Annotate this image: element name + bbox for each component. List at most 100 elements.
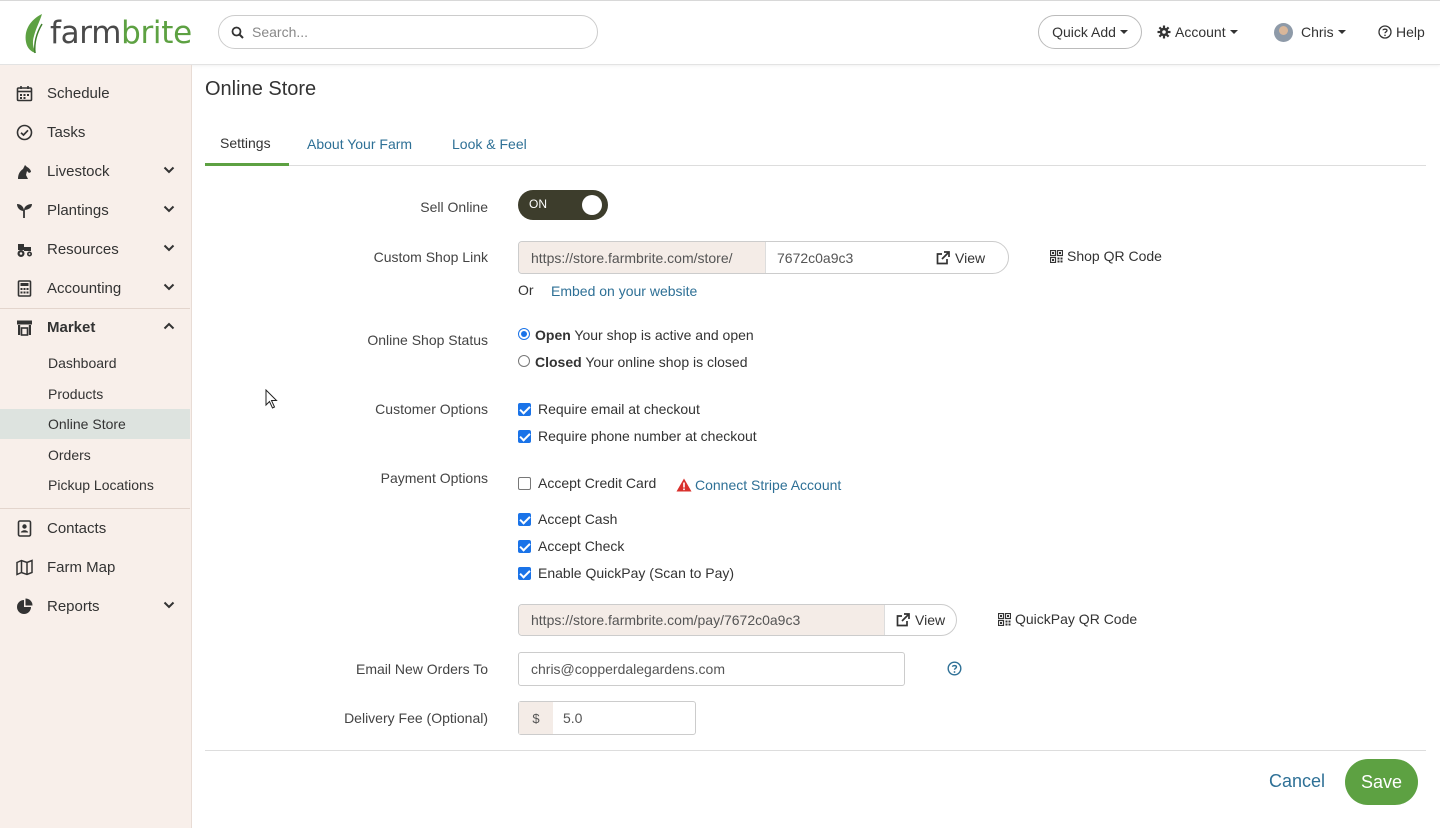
payment-options-label: Payment Options (380, 470, 488, 486)
help-link[interactable]: Help (1378, 15, 1425, 49)
sidebar-item-livestock[interactable]: Livestock (0, 152, 190, 191)
user-menu[interactable]: Chris (1274, 15, 1346, 49)
seedling-icon (17, 204, 32, 218)
status-closed-label: Closed Your online shop is closed (535, 354, 748, 370)
qr-code-icon (998, 612, 1011, 626)
status-closed-radio[interactable] (518, 355, 530, 367)
shop-view-button[interactable]: View (936, 242, 1008, 273)
tab-settings[interactable]: Settings (205, 122, 289, 166)
shop-qr-code-link[interactable]: Shop QR Code (1050, 248, 1162, 264)
store-icon (17, 320, 32, 336)
caret-down-icon (1337, 30, 1346, 34)
footer-divider (205, 750, 1426, 751)
tab-about-your-farm[interactable]: About Your Farm (307, 122, 412, 166)
delivery-fee-input[interactable] (553, 702, 693, 734)
enable-quickpay-label: Enable QuickPay (Scan to Pay) (538, 565, 735, 581)
enable-quickpay-checkbox[interactable] (518, 567, 531, 580)
qr-code-icon (1050, 249, 1063, 263)
sidebar-item-plantings[interactable]: Plantings (0, 191, 190, 230)
help-circle-icon[interactable] (947, 661, 962, 676)
status-open-radio[interactable] (518, 328, 530, 340)
save-button[interactable]: Save (1345, 759, 1418, 805)
shop-link-field: https://store.farmbrite.com/store/ 7672c… (518, 241, 1009, 274)
page-title: Online Store (205, 78, 317, 100)
sidebar-subitem-dashboard[interactable]: Dashboard (0, 348, 190, 378)
quick-add-label: Quick Add (1052, 24, 1116, 40)
view-label: View (915, 612, 946, 628)
quickpay-view-button[interactable]: View (885, 605, 956, 635)
customer-options-label: Customer Options (375, 401, 488, 417)
sidebar-item-label: Contacts (47, 520, 107, 537)
sidebar-item-label: Market (47, 319, 96, 336)
view-label: View (955, 249, 986, 266)
avatar (1274, 22, 1293, 42)
delivery-fee-field: $ (518, 701, 696, 735)
email-orders-label: Email New Orders To (355, 661, 488, 677)
sidebar-item-label: Farm Map (47, 559, 116, 576)
quickpay-qr-code-link[interactable]: QuickPay QR Code (998, 611, 1137, 627)
email-orders-input[interactable] (518, 652, 905, 686)
search-box[interactable] (218, 15, 598, 49)
accept-check-label: Accept Check (538, 538, 625, 554)
sidebar-item-reports[interactable]: Reports (0, 587, 190, 626)
sidebar-item-label: Tasks (47, 124, 86, 141)
quickpay-url: https://store.farmbrite.com/pay/7672c0a9… (519, 605, 885, 635)
sidebar-item-label: Livestock (47, 163, 110, 180)
require-email-checkbox[interactable] (518, 403, 531, 416)
sidebar-item-tasks[interactable]: Tasks (0, 113, 190, 152)
caret-down-icon (1229, 30, 1238, 34)
pie-chart-icon (17, 598, 33, 614)
sidebar-subitem-orders[interactable]: Orders (0, 440, 190, 470)
or-text: Or (518, 282, 534, 298)
help-label: Help (1396, 24, 1425, 40)
accept-credit-card-label: Accept Credit Card (538, 475, 657, 491)
chevron-down-icon (163, 283, 175, 291)
accept-check-checkbox[interactable] (518, 540, 531, 553)
sell-online-label: Sell Online (420, 199, 488, 215)
sidebar-item-accounting[interactable]: Accounting (0, 269, 190, 308)
sidebar-item-contacts[interactable]: Contacts (0, 509, 190, 548)
require-phone-checkbox[interactable] (518, 430, 531, 443)
quickpay-link-field: https://store.farmbrite.com/pay/7672c0a9… (518, 604, 957, 636)
mouse-cursor-icon (265, 389, 278, 409)
accept-cash-checkbox[interactable] (518, 513, 531, 526)
require-email-label: Require email at checkout (538, 401, 700, 417)
chevron-down-icon (163, 205, 175, 213)
caret-down-icon (1119, 30, 1128, 34)
accept-credit-card-checkbox[interactable] (518, 477, 531, 490)
require-phone-label: Require phone number at checkout (538, 428, 757, 444)
farmbrite-logo[interactable]: farmbrite (22, 11, 192, 55)
sidebar-item-farm-map[interactable]: Farm Map (0, 548, 190, 587)
sidebar-item-label: Plantings (47, 202, 109, 219)
cancel-button[interactable]: Cancel (1269, 771, 1325, 792)
search-input[interactable] (252, 24, 572, 40)
sell-online-toggle[interactable]: ON (518, 190, 608, 220)
chevron-up-icon (163, 322, 175, 330)
sidebar-item-market[interactable]: Market (0, 308, 190, 347)
leaf-logo-icon (25, 14, 43, 54)
sidebar-subitem-products[interactable]: Products (0, 379, 190, 409)
quickpay-qr-label: QuickPay QR Code (1015, 611, 1138, 627)
account-label: Account (1175, 24, 1226, 40)
shop-qr-label: Shop QR Code (1067, 248, 1162, 264)
warning-icon (676, 478, 692, 492)
sidebar-subitem-pickup-locations[interactable]: Pickup Locations (0, 470, 190, 500)
toggle-knob (582, 195, 602, 215)
sidebar-subitem-online-store[interactable]: Online Store (0, 409, 190, 439)
external-link-icon (896, 613, 910, 627)
shop-link-slug-input[interactable]: 7672c0a9c3 (766, 242, 936, 273)
user-name: Chris (1301, 24, 1334, 40)
connect-stripe-link[interactable]: Connect Stripe Account (695, 477, 841, 493)
embed-website-link[interactable]: Embed on your website (551, 283, 697, 299)
custom-shop-link-label: Custom Shop Link (373, 249, 488, 265)
tab-look-and-feel[interactable]: Look & Feel (452, 122, 527, 166)
account-menu[interactable]: Account (1157, 15, 1238, 49)
calendar-icon (16, 86, 33, 102)
sidebar-item-resources[interactable]: Resources (0, 230, 190, 269)
status-open-label: Open Your shop is active and open (535, 327, 754, 343)
currency-addon: $ (519, 702, 553, 734)
sidebar-item-label: Accounting (47, 280, 122, 297)
quick-add-button[interactable]: Quick Add (1038, 15, 1142, 49)
sidebar-item-schedule[interactable]: Schedule (0, 74, 190, 113)
search-icon (231, 26, 244, 39)
